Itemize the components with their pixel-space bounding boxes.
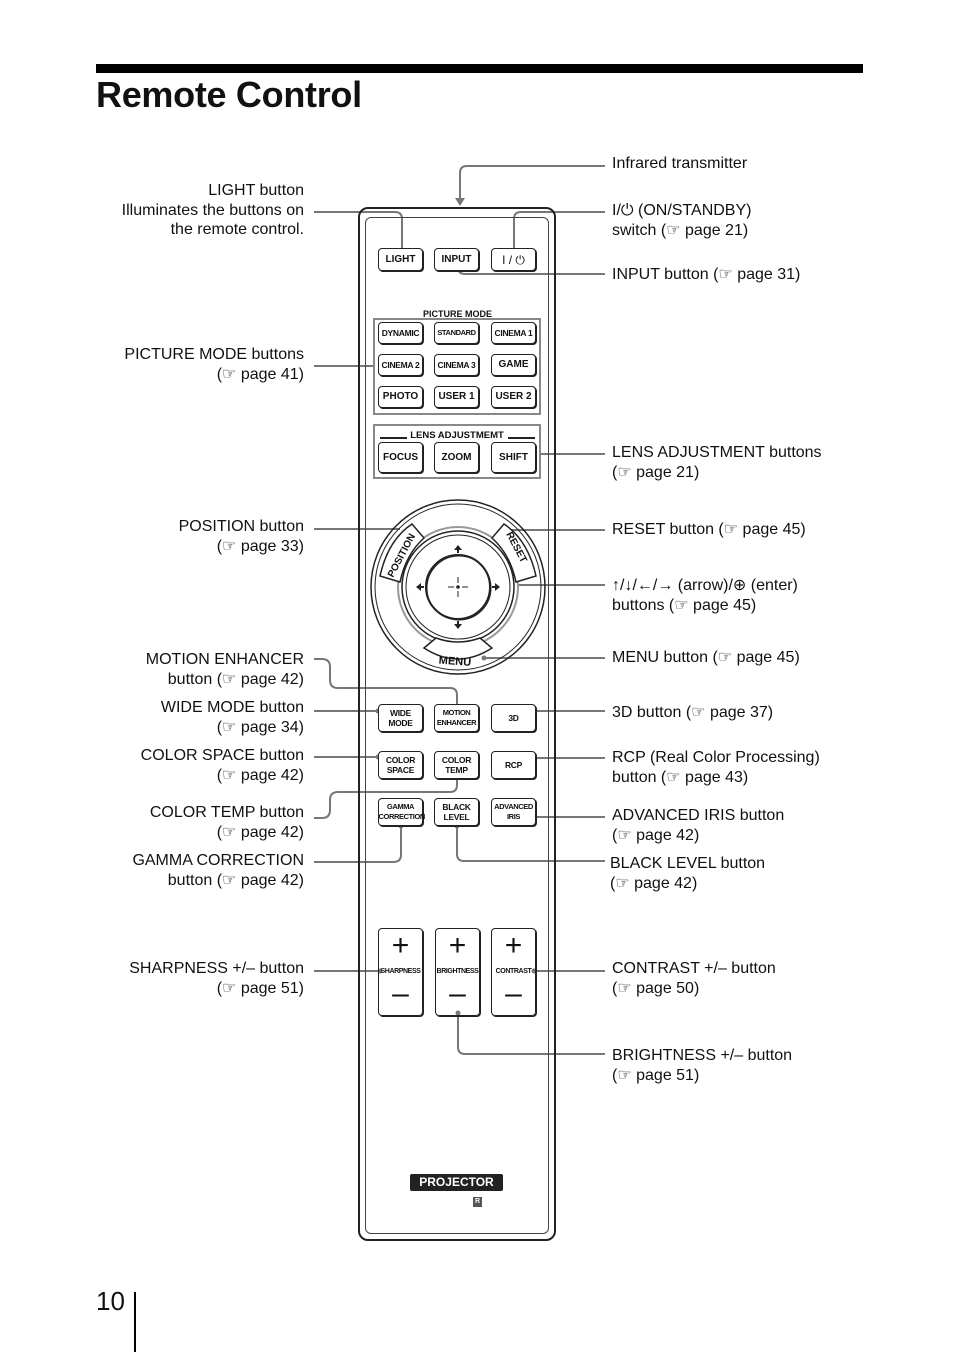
callout-input: INPUT button (☞ page 31) [612,266,801,283]
enter-button[interactable] [425,554,492,621]
up-arrow-button[interactable] [454,545,462,553]
callout-lens-adjustment: LENS ADJUSTMENT buttons (☞ page 21) [612,444,822,481]
page-number: 10 [96,1286,125,1316]
sharpness-rocker[interactable]: + SHARPNESS – [378,928,423,1016]
callout-3d: 3D button (☞ page 37) [612,704,774,721]
callout-infrared: Infrared transmitter [612,155,748,172]
lens-adjustment-label: LENS ADJUSTMEMT [410,430,504,441]
callout-brightness: BRIGHTNESS +/– button (☞ page 51) [612,1047,793,1084]
navigation-dial: POSITION RESET MENU [370,499,546,675]
callout-menu: MENU button (☞ page 45) [612,649,800,666]
input-button[interactable]: INPUT [434,248,479,271]
callout-advanced-iris: ADVANCED IRIS button (☞ page 42) [612,807,785,844]
brightness-label: BRIGHTNESS [436,968,479,975]
infrared-arrow-icon [455,198,465,206]
contrast-label: CONTRAST [495,968,532,975]
callout-picture-mode: PICTURE MODE buttons (☞ page 41) [124,346,304,383]
advanced-iris-button[interactable]: ADVANCED IRIS [491,798,536,826]
regulatory-mark-icon: R [473,1197,482,1207]
callout-standby: I/⏻ (ON/STANDBY) switch (☞ page 21) [612,202,752,239]
focus-button[interactable]: FOCUS [378,442,423,473]
standard-button[interactable]: STANDARD [434,322,479,344]
callout-motion-enhancer: MOTION ENHANCER button (☞ page 42) [145,651,304,688]
motion-enhancer-button[interactable]: MOTION ENHANCER [434,704,479,732]
down-arrow-button[interactable] [454,621,462,629]
callout-sharpness: SHARPNESS +/– button (☞ page 51) [129,960,304,997]
callout-reset: RESET button (☞ page 45) [612,521,806,538]
menu-label: MENU [438,655,471,669]
callout-position: POSITION button (☞ page 33) [178,518,304,555]
black-level-button[interactable]: BLACK LEVEL [434,798,479,826]
sharpness-plus-button[interactable]: + [379,931,422,961]
projector-badge: PROJECTOR [410,1174,503,1191]
rcp-button[interactable]: RCP [491,751,536,779]
callout-contrast: CONTRAST +/– button (☞ page 50) [612,960,776,997]
callout-color-temp: COLOR TEMP button (☞ page 42) [149,804,304,841]
callout-rcp: RCP (Real Color Processing) button (☞ pag… [612,749,820,786]
contrast-minus-button[interactable]: – [492,979,535,1009]
cinema3-button[interactable]: CINEMA 3 [434,354,479,376]
game-button[interactable]: GAME [491,354,536,376]
left-arrow-button[interactable] [416,583,424,591]
brightness-plus-button[interactable]: + [436,931,479,961]
sharpness-minus-button[interactable]: – [379,979,422,1009]
photo-button[interactable]: PHOTO [378,386,423,408]
callout-wide-mode: WIDE MODE button (☞ page 34) [160,699,304,736]
brightness-minus-button[interactable]: – [436,979,479,1009]
callout-light: LIGHT button Illuminates the buttons on th… [121,182,304,238]
standby-button[interactable]: I / ⏻ [491,248,536,271]
user2-button[interactable]: USER 2 [491,386,536,408]
3d-button[interactable]: 3D [491,704,536,732]
color-space-button[interactable]: COLOR SPACE [378,751,423,779]
callout-black-level: BLACK LEVEL button (☞ page 42) [610,855,766,892]
zoom-button[interactable]: ZOOM [434,442,479,473]
contrast-plus-button[interactable]: + [492,931,535,961]
page-number-rule [134,1292,136,1352]
dynamic-button[interactable]: DYNAMIC [378,322,423,344]
gamma-correction-button[interactable]: GAMMA CORRECTION [378,798,425,826]
callout-arrows-enter: ↑/↓/←/→ (arrow)/⊕ (enter) buttons (☞ page… [612,577,798,614]
cinema2-button[interactable]: CINEMA 2 [378,354,423,376]
light-button[interactable]: LIGHT [378,248,423,271]
right-arrow-button[interactable] [492,583,500,591]
sharpness-label: SHARPNESS [380,968,421,975]
contrast-rocker[interactable]: + CONTRAST – [491,928,536,1016]
callout-color-space: COLOR SPACE button (☞ page 42) [140,747,304,784]
callout-gamma-correction: GAMMA CORRECTION button (☞ page 42) [132,852,304,889]
leader-infrared [459,165,605,200]
brightness-rocker[interactable]: + BRIGHTNESS – [435,928,480,1016]
color-temp-button[interactable]: COLOR TEMP [434,751,479,779]
user1-button[interactable]: USER 1 [434,386,479,408]
cinema1-button[interactable]: CINEMA 1 [491,322,536,344]
wide-mode-button[interactable]: WIDE MODE [378,704,423,732]
shift-button[interactable]: SHIFT [491,442,536,473]
